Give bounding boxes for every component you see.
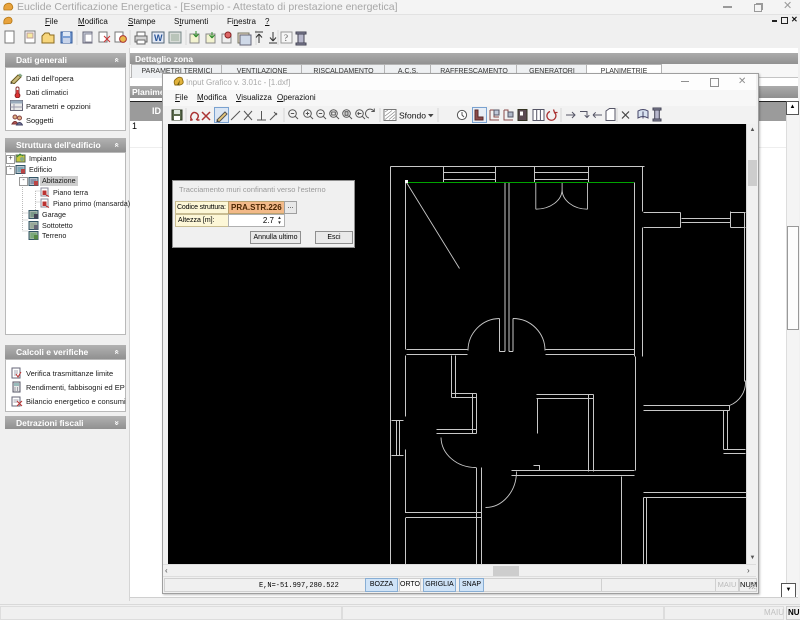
svg-text:?: ? xyxy=(284,33,288,43)
svg-text:W: W xyxy=(154,33,163,43)
svg-text:Sfondo: Sfondo xyxy=(399,111,426,121)
